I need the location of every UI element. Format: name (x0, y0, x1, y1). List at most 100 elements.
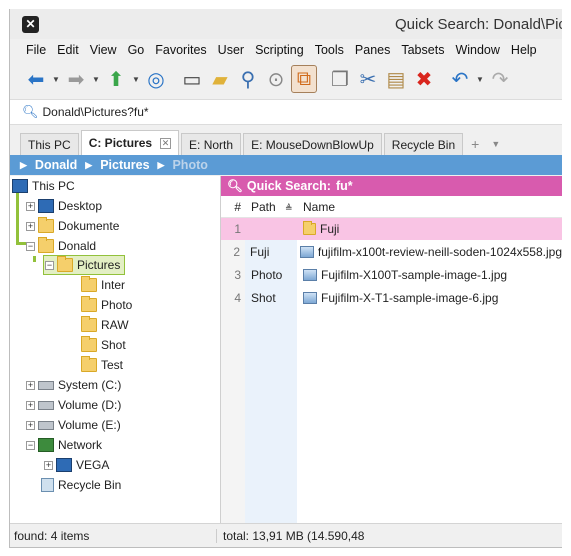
forward-icon[interactable]: ➡ (63, 65, 89, 93)
redo-icon[interactable]: ↷ (487, 65, 513, 93)
menu-view[interactable]: View (88, 43, 123, 57)
folder-icon (81, 296, 97, 312)
expand-icon[interactable]: + (26, 420, 35, 430)
folder-icon (81, 276, 97, 292)
expand-icon[interactable]: + (26, 380, 35, 390)
delete-icon[interactable]: ✖ (411, 65, 437, 93)
row-name: Fujifilm-X100T-sample-image-1.jpg (297, 268, 507, 282)
monitor-icon[interactable]: ▭ (179, 65, 205, 93)
tree-item-system-c[interactable]: + System (C:) (26, 375, 121, 395)
expand-icon[interactable]: + (26, 201, 35, 211)
tree-item-vega[interactable]: + VEGA (44, 455, 109, 475)
menu-panes[interactable]: Panes (353, 43, 396, 57)
collapse-icon[interactable]: − (26, 241, 35, 251)
tab-c-pictures[interactable]: C: Pictures ✕ (80, 130, 180, 155)
tree-item-label: Recycle Bin (58, 478, 122, 492)
column-header-name[interactable]: Name (297, 200, 335, 214)
pictures-folder-icon (57, 256, 73, 272)
menu-tabsets[interactable]: Tabsets (399, 43, 450, 57)
menu-favorites[interactable]: Favorites (153, 43, 212, 57)
tree-item-recycle-bin[interactable]: Recycle Bin (41, 475, 121, 495)
expand-icon[interactable]: + (26, 221, 35, 231)
column-header-label: Path (251, 199, 276, 214)
address-bar[interactable]: 🔍︎ Donald\Pictures?fu* (10, 99, 562, 125)
folder-icon (81, 336, 97, 352)
undo-icon[interactable]: ↶ (447, 65, 473, 93)
undo-dropdown-icon[interactable]: ▼ (475, 75, 485, 84)
copy-icon[interactable]: ❐ (327, 65, 353, 93)
folder-icon (81, 356, 97, 372)
tree-item-shot[interactable]: Shot (81, 335, 126, 355)
menu-edit[interactable]: Edit (55, 43, 85, 57)
menu-window[interactable]: Window (453, 43, 505, 57)
status-right: total: 13,91 MB (14.590,48 (216, 528, 364, 543)
table-row[interactable]: 1 Fuji (221, 218, 562, 240)
row-number: 2 (233, 245, 241, 259)
tab-recycle-bin[interactable]: Recycle Bin (383, 133, 464, 155)
address-input[interactable]: Donald\Pictures?fu* (43, 105, 149, 119)
up-dropdown-icon[interactable]: ▼ (131, 75, 141, 84)
tree-item-raw[interactable]: RAW (81, 315, 129, 335)
tree-item-photo[interactable]: Photo (81, 295, 132, 315)
back-dropdown-icon[interactable]: ▼ (51, 75, 61, 84)
target-icon[interactable]: ◎ (143, 65, 169, 93)
breadcrumb-item[interactable]: Photo (172, 158, 207, 172)
tree-item-network[interactable]: − Network (26, 435, 102, 455)
tab-label: E: North (189, 137, 234, 152)
documents-folder-icon (38, 217, 54, 233)
new-folder-icon[interactable]: ▰ (207, 65, 233, 93)
find-icon[interactable]: ⚲ (235, 65, 261, 93)
play-icon[interactable]: ⊙ (263, 65, 289, 93)
table-row[interactable]: 3 Photo Fujifilm-X100T-sample-image-1.jp… (221, 264, 562, 286)
tree-item-dokumente[interactable]: + Dokumente (26, 216, 119, 236)
column-header-num[interactable]: # (221, 200, 245, 214)
system-drive-icon (38, 380, 54, 390)
drive-icon (38, 420, 54, 430)
tree-item-volume-d[interactable]: + Volume (D:) (26, 395, 121, 415)
row-name: fujifilm-x100t-review-neill-soden-1024x5… (294, 245, 562, 259)
add-tab-icon[interactable]: + (465, 133, 485, 155)
close-tab-icon[interactable]: ✕ (160, 137, 172, 149)
collapse-icon[interactable]: − (45, 260, 54, 270)
menu-help[interactable]: Help (509, 43, 543, 57)
tree-item-volume-e[interactable]: + Volume (E:) (26, 415, 121, 435)
expand-icon[interactable]: + (26, 400, 35, 410)
table-row[interactable]: 2 Fuji fujifilm-x100t-review-neill-soden… (221, 241, 562, 263)
tab-e-mousedownblowup[interactable]: E: MouseDownBlowUp (243, 133, 382, 155)
up-icon[interactable]: ⬆ (103, 65, 129, 93)
tab-this-pc[interactable]: This PC (20, 133, 79, 155)
tree-item-inter[interactable]: Inter (81, 275, 125, 295)
forward-dropdown-icon[interactable]: ▼ (91, 75, 101, 84)
tree-item-pictures[interactable]: − Pictures (43, 255, 126, 275)
cut-icon[interactable]: ✂ (355, 65, 381, 93)
row-number: 1 (234, 222, 241, 236)
tree-item-test[interactable]: Test (81, 355, 123, 375)
catalog-icon[interactable]: ⧉ (291, 65, 317, 93)
menu-file[interactable]: File (24, 43, 52, 57)
tree-item-label: Photo (101, 298, 133, 312)
tree-item-donald[interactable]: − Donald (26, 236, 96, 256)
menu-user[interactable]: User (216, 43, 250, 57)
row-name: Fuji (297, 221, 339, 236)
chevron-right-icon: ▶ (157, 159, 165, 170)
column-header-path[interactable]: Path ≜ (245, 200, 297, 214)
quick-search-query: fu* (335, 179, 353, 193)
tree-item-this-pc[interactable]: This PC (12, 176, 75, 196)
file-list-pane: 🔍︎ Quick Search: fu* # Path ≜ Name 1 Fuj… (221, 176, 562, 547)
breadcrumb-item[interactable]: Donald (35, 158, 77, 172)
table-row[interactable]: 4 Shot Fujifilm-X-T1-sample-image-6.jpg (221, 287, 562, 309)
user-folder-icon (38, 237, 54, 253)
menu-go[interactable]: Go (126, 43, 151, 57)
breadcrumb-item[interactable]: Pictures (100, 158, 149, 172)
menu-scripting[interactable]: Scripting (253, 43, 310, 57)
tab-list-dropdown-icon[interactable]: ▼ (485, 133, 506, 155)
tab-e-north[interactable]: E: North (181, 133, 242, 155)
tree-item-label: Shot (101, 338, 126, 352)
menu-tools[interactable]: Tools (313, 43, 350, 57)
expand-icon[interactable]: + (44, 460, 53, 470)
tree-item-desktop[interactable]: + Desktop (26, 196, 102, 216)
collapse-icon[interactable]: − (26, 440, 35, 450)
drive-icon (38, 400, 54, 410)
paste-icon[interactable]: ▤ (383, 65, 409, 93)
back-icon[interactable]: ⬅ (23, 65, 49, 93)
